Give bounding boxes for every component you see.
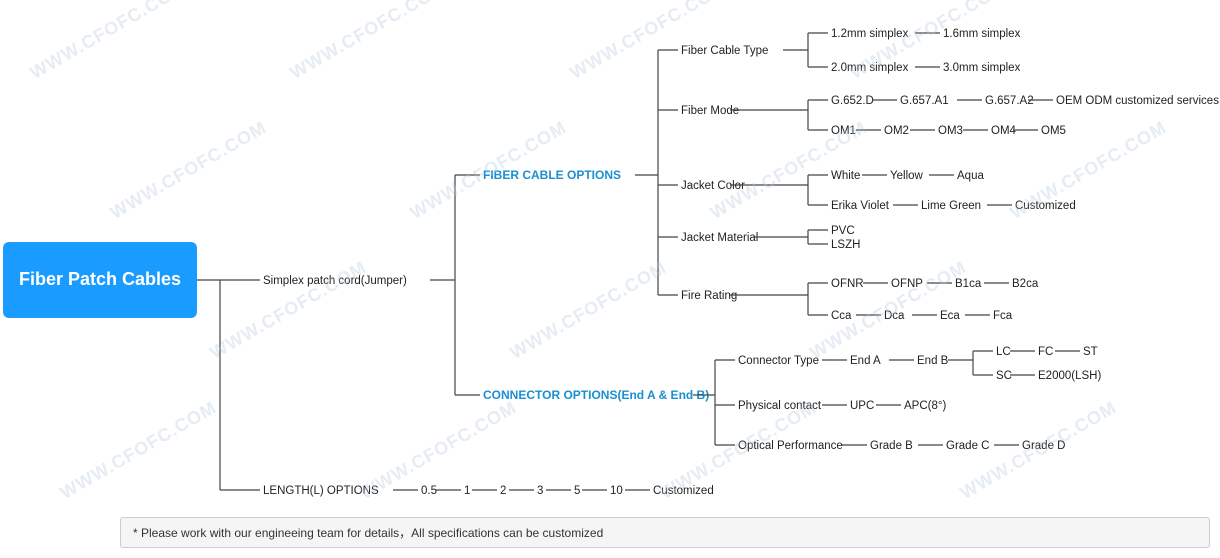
ofnp: OFNP [891, 278, 923, 290]
grade-b-label: Grade B [870, 440, 913, 452]
dca: Dca [884, 310, 905, 322]
om2: OM2 [884, 125, 909, 137]
g657a2: G.657.A2 [985, 95, 1034, 107]
fire-rating-label: Fire Rating [681, 290, 737, 302]
g657a1: G.657.A1 [900, 95, 949, 107]
root-node: Fiber Patch Cables [3, 242, 197, 318]
connector-type-label: Connector Type [738, 355, 819, 367]
om5: OM5 [1041, 125, 1066, 137]
length-options-label: LENGTH(L) OPTIONS [263, 485, 379, 497]
1-6mm-simplex: 1.6mm simplex [943, 28, 1021, 40]
yellow: Yellow [890, 170, 924, 182]
customized-color: Customized [1015, 200, 1076, 212]
b2ca: B2ca [1012, 278, 1039, 290]
lime-green: Lime Green [921, 200, 981, 212]
e2000-label: E2000(LSH) [1038, 370, 1101, 382]
ofnr: OFNR [831, 278, 864, 290]
grade-d-label: Grade D [1022, 440, 1065, 452]
end-b-label: End B [917, 355, 949, 367]
diagram: Fiber Patch Cables * Please work with ou… [0, 0, 1220, 558]
oem-odm: OEM ODM customized services [1056, 95, 1219, 107]
jacket-material-label: Jacket Material [681, 232, 758, 244]
fca: Fca [993, 310, 1013, 322]
end-a-label: End A [850, 355, 881, 367]
white: White [831, 170, 860, 182]
eca: Eca [940, 310, 960, 322]
lszh: LSZH [831, 239, 860, 251]
erika-violet: Erika Violet [831, 200, 890, 212]
fiber-mode-label: Fiber Mode [681, 105, 739, 117]
st-label: ST [1083, 346, 1098, 358]
apc-label: APC(8°) [904, 400, 946, 412]
len-1: 1 [464, 485, 470, 497]
b1ca: B1ca [955, 278, 982, 290]
sc-label: SC [996, 370, 1012, 382]
lc-label: LC [996, 346, 1011, 358]
len-10: 10 [610, 485, 623, 497]
fiber-cable-options-label: FIBER CABLE OPTIONS [483, 168, 621, 182]
g652d: G.652.D [831, 95, 874, 107]
connector-options-label: CONNECTOR OPTIONS(End A & End B) [483, 388, 709, 402]
3-0mm-simplex: 3.0mm simplex [943, 62, 1021, 74]
len-0-5: 0.5 [421, 485, 437, 497]
root-label: Fiber Patch Cables [19, 268, 181, 291]
fiber-cable-type-label: Fiber Cable Type [681, 45, 768, 57]
om1: OM1 [831, 125, 856, 137]
optical-performance-label: Optical Performance [738, 440, 843, 452]
cca: Cca [831, 310, 852, 322]
len-5: 5 [574, 485, 580, 497]
om3: OM3 [938, 125, 963, 137]
len-3: 3 [537, 485, 543, 497]
om4: OM4 [991, 125, 1017, 137]
grade-c-label: Grade C [946, 440, 989, 452]
simplex-label: Simplex patch cord(Jumper) [263, 275, 407, 287]
aqua: Aqua [957, 170, 984, 182]
physical-contact-label: Physical contact [738, 400, 822, 412]
pvc: PVC [831, 225, 855, 237]
len-2: 2 [500, 485, 506, 497]
1-2mm-simplex: 1.2mm simplex [831, 28, 909, 40]
jacket-color-label: Jacket Color [681, 180, 745, 192]
len-customized: Customized [653, 485, 714, 497]
2-0mm-simplex: 2.0mm simplex [831, 62, 909, 74]
upc-label: UPC [850, 400, 874, 412]
fc-label: FC [1038, 346, 1053, 358]
